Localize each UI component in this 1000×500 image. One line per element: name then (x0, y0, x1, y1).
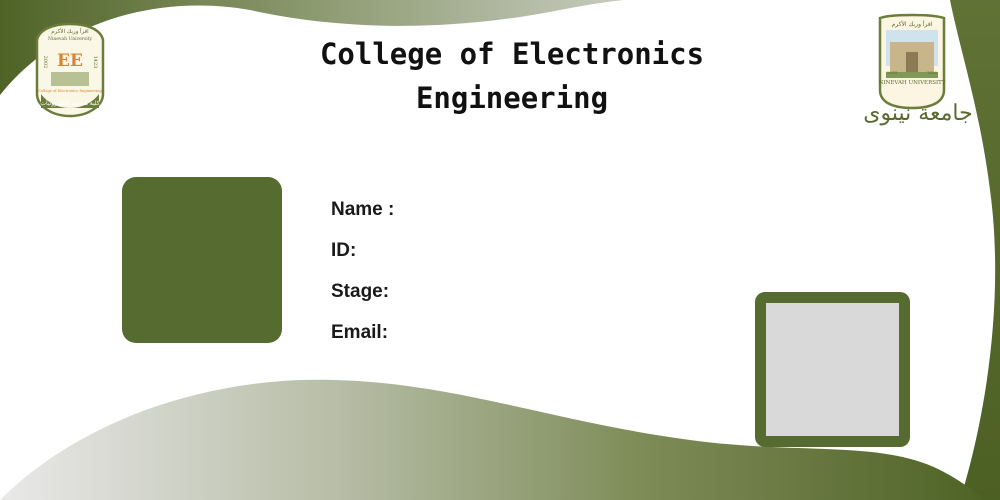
svg-text:1435: 1435 (927, 70, 938, 75)
svg-text:1423: 1423 (92, 56, 98, 69)
svg-text:جامعة نينوى: جامعة نينوى (863, 101, 972, 126)
svg-text:اقرأ وربك الأكرم: اقرأ وربك الأكرم (892, 19, 933, 28)
svg-text:2014: 2014 (887, 70, 898, 75)
info-fields: Name : ID: Stage: Email: (331, 197, 394, 361)
svg-text:كلية هندسة الالكترونيات: كلية هندسة الالكترونيات (40, 100, 99, 107)
page-title: College of Electronics Engineering (262, 32, 762, 120)
svg-text:NINEVAH UNIVERSITY: NINEVAH UNIVERSITY (879, 80, 946, 86)
stage-label: Stage: (331, 281, 390, 302)
svg-text:Ninevah University: Ninevah University (48, 36, 93, 42)
title-line-1: College of Electronics (319, 37, 705, 71)
svg-text:2002: 2002 (42, 56, 48, 69)
email-label: Email: (331, 322, 389, 343)
photo-placeholder[interactable] (122, 177, 282, 343)
title-line-2: Engineering (415, 81, 609, 115)
college-logo: اقرأ وربك الأكرم Ninevah University EE 2… (33, 22, 107, 118)
qr-code-placeholder[interactable] (766, 303, 899, 436)
university-logo: اقرأ وربك الأكرم NINEVAH UNIVERSITY 2014… (862, 12, 974, 126)
name-label: Name : (331, 199, 395, 220)
id-card: اقرأ وربك الأكرم Ninevah University EE 2… (0, 0, 1000, 500)
qr-code-frame (755, 292, 910, 447)
svg-text:EE: EE (57, 51, 83, 71)
id-label: ID: (331, 240, 357, 261)
svg-text:College of Electronics Enginee: College of Electronics Engineering (38, 89, 102, 93)
